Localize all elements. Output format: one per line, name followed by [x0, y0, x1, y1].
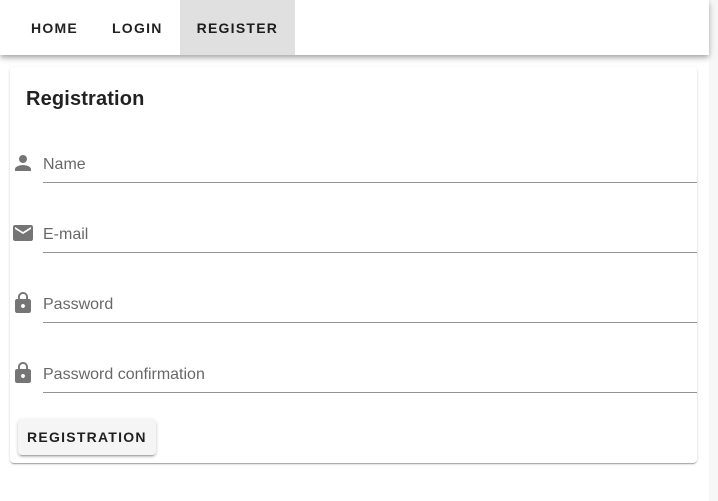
mail-icon	[11, 221, 35, 245]
registration-card: Registration REGISTRATION	[10, 67, 697, 463]
nav-register-button[interactable]: REGISTER	[179, 0, 296, 55]
nav-login-button[interactable]: LOGIN	[95, 0, 180, 55]
name-field-row	[10, 143, 697, 183]
password-field-row	[10, 283, 697, 323]
lock-icon	[11, 291, 35, 315]
scrollbar-gutter	[709, 0, 718, 501]
top-nav-bar: HOME LOGIN REGISTER	[0, 0, 709, 55]
password-input[interactable]	[43, 283, 697, 323]
email-input[interactable]	[43, 213, 697, 253]
card-title: Registration	[26, 88, 145, 110]
lock-icon	[11, 361, 35, 385]
registration-submit-button[interactable]: REGISTRATION	[18, 419, 156, 455]
person-icon	[11, 151, 35, 175]
password-confirmation-field-row	[10, 353, 697, 393]
password-confirmation-input[interactable]	[43, 353, 697, 393]
name-input[interactable]	[43, 143, 697, 183]
nav-home-button[interactable]: HOME	[14, 0, 95, 55]
email-field-row	[10, 213, 697, 253]
